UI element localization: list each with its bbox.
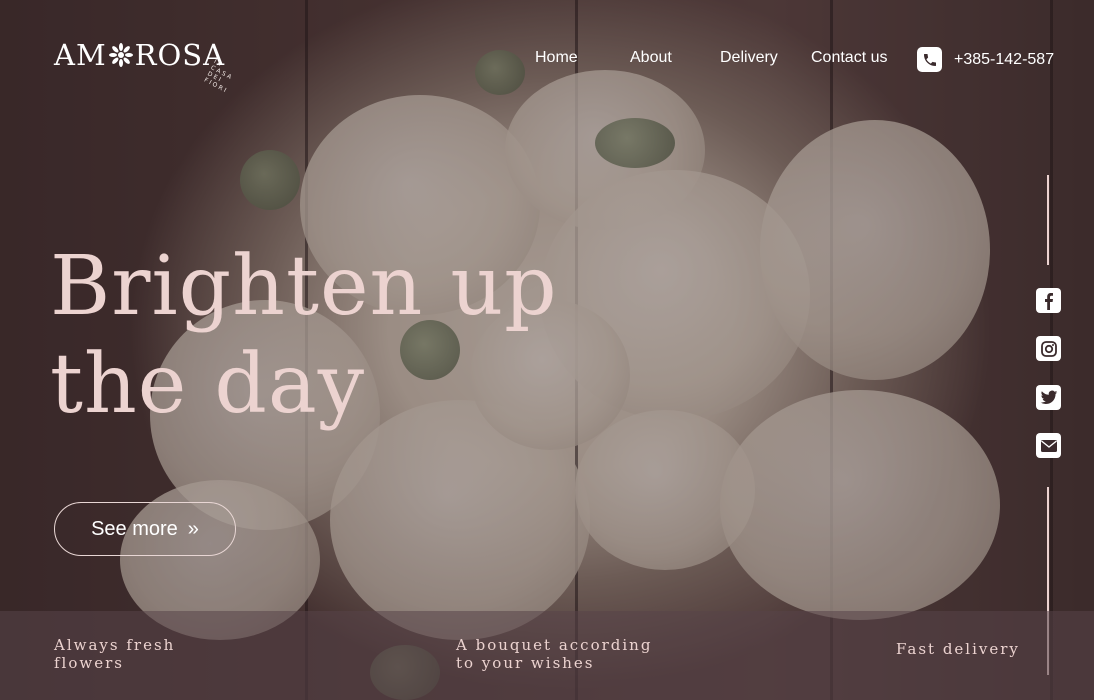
- feature-line: to your wishes: [456, 654, 595, 672]
- feature-fast-delivery: Fast delivery: [896, 640, 1020, 658]
- feature-custom-bouquet: A bouquet according to your wishes: [456, 636, 652, 672]
- flower-icon: [108, 43, 133, 67]
- feature-line: A bouquet according: [456, 636, 653, 654]
- mail-icon[interactable]: [1036, 433, 1061, 458]
- divider-top: [1047, 175, 1049, 265]
- brand-name-left: AM: [54, 38, 107, 72]
- phone-contact[interactable]: +385-142-587: [917, 47, 1054, 72]
- feature-fresh-flowers: Always fresh flowers: [54, 636, 175, 672]
- nav-contact-us[interactable]: Contact us: [811, 49, 887, 67]
- nav-about[interactable]: About: [630, 49, 672, 67]
- hero-headline-line1: Brighten up: [50, 239, 558, 334]
- features-bar: Always fresh flowers A bouquet according…: [0, 611, 1094, 700]
- phone-icon: [917, 47, 942, 72]
- instagram-icon[interactable]: [1036, 336, 1061, 361]
- see-more-button[interactable]: See more »: [54, 502, 236, 556]
- brand-logo[interactable]: AM ROSA IL CASA DEI FIORI: [54, 38, 234, 95]
- facebook-icon[interactable]: [1036, 288, 1061, 313]
- double-chevron-right-icon: »: [187, 517, 199, 540]
- feature-line: flowers: [54, 654, 124, 672]
- feature-line: Always fresh: [54, 636, 176, 654]
- hero-headline-line2: the day: [50, 337, 366, 432]
- hero-headline: Brighten up the day: [50, 238, 558, 434]
- feature-line: Fast delivery: [896, 640, 1020, 658]
- see-more-label: See more: [91, 517, 178, 540]
- twitter-icon[interactable]: [1036, 385, 1061, 410]
- nav-home[interactable]: Home: [535, 49, 578, 67]
- phone-number: +385-142-587: [954, 50, 1055, 68]
- nav-delivery[interactable]: Delivery: [720, 49, 778, 67]
